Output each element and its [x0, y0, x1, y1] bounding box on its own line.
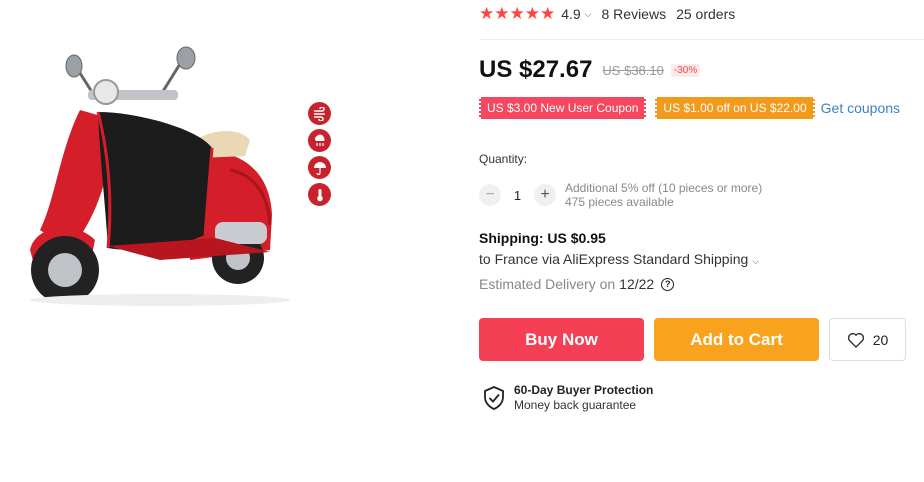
price-row: US $27.67 US $38.10 -30%	[479, 56, 701, 84]
star-rating-icon: ★★★★★	[479, 4, 556, 23]
wishlist-count: 20	[872, 331, 889, 348]
buyer-protection: 60-Day Buyer Protection Money back guara…	[483, 383, 653, 413]
orders-count: 25 orders	[676, 6, 736, 22]
wishlist-button[interactable]: 20	[829, 318, 906, 361]
quantity-note: Additional 5% off (10 pieces or more) 47…	[565, 181, 762, 209]
heart-icon	[847, 332, 864, 348]
shield-check-icon	[484, 386, 504, 410]
umbrella-icon	[308, 156, 331, 179]
protection-title: 60-Day Buyer Protection	[514, 383, 654, 397]
coupon-row: US $3.00 New User Coupon US $1.00 off on…	[479, 97, 900, 119]
add-to-cart-button[interactable]: Add to Cart	[654, 318, 819, 361]
shipping-destination-text[interactable]: to France via AliExpress Standard Shippi…	[479, 251, 748, 267]
thermometer-icon	[308, 183, 331, 206]
original-price: US $38.10	[602, 62, 664, 78]
delivery-label: Estimated Delivery on	[479, 276, 616, 292]
shipping-destination[interactable]: to France via AliExpress Standard Shippi…	[479, 251, 759, 267]
wind-icon	[308, 102, 331, 125]
rating-row: ★★★★★ 4.9 ⌵ 8 Reviews 25 orders	[479, 0, 924, 28]
protection-subtitle: Money back guarantee	[514, 398, 637, 412]
scooter-illustration	[30, 46, 290, 306]
current-price: US $27.67	[479, 56, 593, 83]
buy-now-button[interactable]: Buy Now	[479, 318, 644, 361]
reviews-link[interactable]: 8 Reviews	[602, 6, 667, 22]
quantity-label: Quantity:	[479, 152, 528, 166]
quantity-stepper: − 1 + Additional 5% off (10 pieces or mo…	[479, 181, 762, 209]
quantity-plus-button[interactable]: +	[534, 184, 556, 206]
discount-badge: -30%	[670, 63, 701, 77]
divider	[479, 39, 924, 40]
rain-icon	[308, 129, 331, 152]
product-image[interactable]	[0, 0, 340, 330]
shipping-cost: Shipping: US $0.95	[479, 230, 606, 246]
rating-value[interactable]: 4.9	[561, 6, 580, 22]
help-icon[interactable]: ?	[661, 277, 675, 291]
new-user-coupon[interactable]: US $3.00 New User Coupon	[479, 97, 647, 119]
chevron-down-icon[interactable]: ⌵	[585, 9, 592, 20]
quantity-minus-button[interactable]: −	[479, 184, 501, 206]
quantity-input[interactable]: 1	[501, 188, 534, 203]
stock-available: 475 pieces available	[565, 195, 674, 209]
feature-icons	[308, 102, 332, 210]
store-coupon[interactable]: US $1.00 off on US $22.00	[655, 97, 815, 119]
estimated-delivery: Estimated Delivery on 12/22 ?	[479, 276, 675, 292]
chevron-down-icon[interactable]: ⌵	[752, 256, 759, 266]
bulk-discount-note: Additional 5% off (10 pieces or more)	[565, 181, 763, 195]
delivery-date: 12/22	[619, 276, 655, 292]
purchase-actions: Buy Now Add to Cart 20	[479, 318, 906, 361]
product-info: ★★★★★ 4.9 ⌵ 8 Reviews 25 orders	[479, 0, 924, 28]
get-coupons-link[interactable]: Get coupons	[821, 100, 900, 116]
